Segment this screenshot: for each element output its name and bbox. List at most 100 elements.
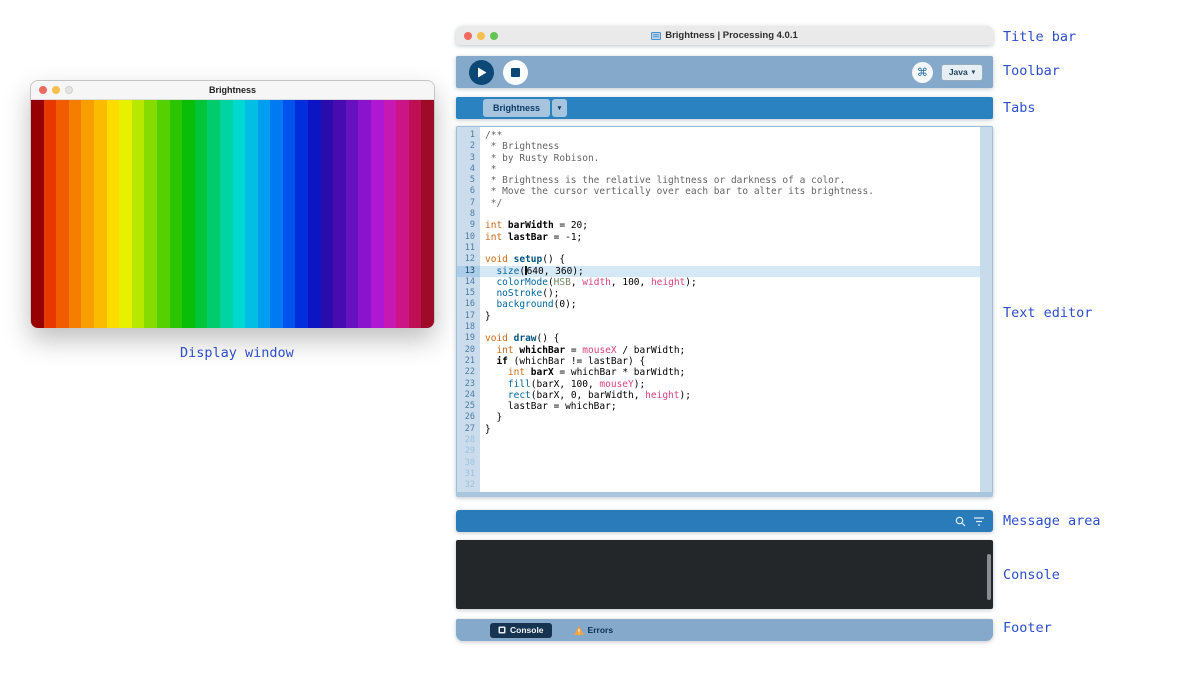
code-line[interactable]: noStroke(); bbox=[480, 288, 980, 299]
zoom-button[interactable] bbox=[65, 86, 73, 94]
close-button[interactable] bbox=[39, 86, 47, 94]
code-line[interactable] bbox=[480, 469, 980, 480]
code-area[interactable]: /** * Brightness * by Rusty Robison. * *… bbox=[480, 127, 980, 492]
code-line[interactable] bbox=[480, 243, 980, 254]
search-icon[interactable] bbox=[955, 516, 966, 527]
color-bar bbox=[371, 100, 384, 328]
errors-tab-button[interactable]: Errors bbox=[568, 624, 620, 636]
play-icon bbox=[477, 67, 487, 78]
line-number: 3 bbox=[457, 153, 480, 164]
console-scrollbar[interactable] bbox=[987, 554, 991, 600]
code-line[interactable]: */ bbox=[480, 198, 980, 209]
line-number: 7 bbox=[457, 198, 480, 209]
minimize-button[interactable] bbox=[477, 32, 485, 40]
line-number: 20 bbox=[457, 345, 480, 356]
debug-button[interactable]: ⌘ bbox=[912, 62, 933, 83]
stop-button[interactable] bbox=[503, 60, 528, 85]
chevron-down-icon: ▼ bbox=[556, 105, 562, 112]
line-number: 1 bbox=[457, 130, 480, 141]
color-bar bbox=[396, 100, 409, 328]
sketch-icon bbox=[651, 31, 661, 41]
code-line[interactable]: background(0); bbox=[480, 299, 980, 310]
color-bar bbox=[94, 100, 107, 328]
code-line[interactable]: rect(barX, 0, barWidth, height); bbox=[480, 390, 980, 401]
line-number: 26 bbox=[457, 412, 480, 423]
tab-menu-button[interactable]: ▼ bbox=[552, 99, 567, 117]
color-bar bbox=[220, 100, 233, 328]
stop-icon bbox=[511, 68, 520, 77]
code-line[interactable]: } bbox=[480, 311, 980, 322]
code-line[interactable]: * bbox=[480, 164, 980, 175]
line-number: 5 bbox=[457, 175, 480, 186]
color-bar bbox=[157, 100, 170, 328]
code-line[interactable] bbox=[480, 458, 980, 469]
ide-console[interactable] bbox=[456, 540, 993, 609]
zoom-button[interactable] bbox=[490, 32, 498, 40]
tab-brightness[interactable]: Brightness bbox=[483, 99, 550, 117]
code-line[interactable]: } bbox=[480, 412, 980, 423]
color-bar bbox=[119, 100, 132, 328]
run-button[interactable] bbox=[469, 60, 494, 85]
code-line[interactable]: /** bbox=[480, 130, 980, 141]
line-number: 19 bbox=[457, 333, 480, 344]
line-number: 9 bbox=[457, 220, 480, 231]
code-line[interactable]: * Brightness is the relative lightness o… bbox=[480, 175, 980, 186]
ide-titlebar: Brightness | Processing 4.0.1 bbox=[456, 26, 993, 45]
code-line[interactable] bbox=[480, 480, 980, 491]
color-bar bbox=[233, 100, 246, 328]
minimize-button[interactable] bbox=[52, 86, 60, 94]
color-bar bbox=[245, 100, 258, 328]
line-number: 10 bbox=[457, 232, 480, 243]
code-line[interactable]: } bbox=[480, 424, 980, 435]
code-line[interactable]: * by Rusty Robison. bbox=[480, 153, 980, 164]
editor-gutter: 1234567891011121314151617181920212223242… bbox=[457, 127, 480, 492]
color-bar bbox=[321, 100, 334, 328]
line-number: 30 bbox=[457, 458, 480, 469]
code-line[interactable]: * Brightness bbox=[480, 141, 980, 152]
code-line[interactable]: colorMode(HSB, width, 100, height); bbox=[480, 277, 980, 288]
code-line[interactable]: void setup() { bbox=[480, 254, 980, 265]
line-number: 22 bbox=[457, 367, 480, 378]
annotation-toolbar: Toolbar bbox=[1003, 63, 1060, 79]
code-line[interactable] bbox=[480, 446, 980, 457]
annotation-console: Console bbox=[1003, 567, 1060, 583]
traffic-lights bbox=[464, 26, 498, 45]
code-line[interactable]: void draw() { bbox=[480, 333, 980, 344]
code-line[interactable]: size(640, 360); bbox=[480, 266, 980, 277]
code-line[interactable]: int whichBar = mouseX / barWidth; bbox=[480, 345, 980, 356]
annotation-text-editor: Text editor bbox=[1003, 305, 1092, 321]
code-line[interactable]: fill(barX, 100, mouseY); bbox=[480, 379, 980, 390]
console-tab-button[interactable]: Console bbox=[490, 623, 552, 638]
display-canvas[interactable] bbox=[31, 100, 434, 328]
code-line[interactable]: lastBar = whichBar; bbox=[480, 401, 980, 412]
line-number: 15 bbox=[457, 288, 480, 299]
code-line[interactable]: int barWidth = 20; bbox=[480, 220, 980, 231]
code-line[interactable] bbox=[480, 435, 980, 446]
annotation-title-bar: Title bar bbox=[1003, 29, 1076, 45]
errors-tab-label: Errors bbox=[588, 625, 614, 635]
code-line[interactable]: int lastBar = -1; bbox=[480, 232, 980, 243]
editor-scrollbar[interactable] bbox=[980, 127, 992, 492]
code-line[interactable] bbox=[480, 322, 980, 333]
color-bar bbox=[81, 100, 94, 328]
debug-icon: ⌘ bbox=[917, 66, 928, 79]
color-bar bbox=[358, 100, 371, 328]
display-window-titlebar: Brightness bbox=[31, 81, 434, 100]
close-button[interactable] bbox=[464, 32, 472, 40]
traffic-lights bbox=[39, 81, 73, 99]
code-line[interactable]: int barX = whichBar * barWidth; bbox=[480, 367, 980, 378]
color-bar bbox=[107, 100, 120, 328]
mode-selector[interactable]: Java ▾ bbox=[941, 64, 983, 81]
filter-icon[interactable] bbox=[974, 517, 984, 526]
annotation-display-window: Display window bbox=[180, 345, 294, 361]
line-number: 12 bbox=[457, 254, 480, 265]
code-line[interactable]: * Move the cursor vertically over each b… bbox=[480, 186, 980, 197]
line-number: 21 bbox=[457, 356, 480, 367]
color-bar bbox=[182, 100, 195, 328]
color-bar bbox=[421, 100, 434, 328]
ide-text-editor[interactable]: 1234567891011121314151617181920212223242… bbox=[456, 126, 993, 497]
code-line[interactable]: if (whichBar != lastBar) { bbox=[480, 356, 980, 367]
code-line[interactable] bbox=[480, 209, 980, 220]
color-bar bbox=[283, 100, 296, 328]
page: Brightness Display window Brightness | P… bbox=[0, 0, 1200, 692]
